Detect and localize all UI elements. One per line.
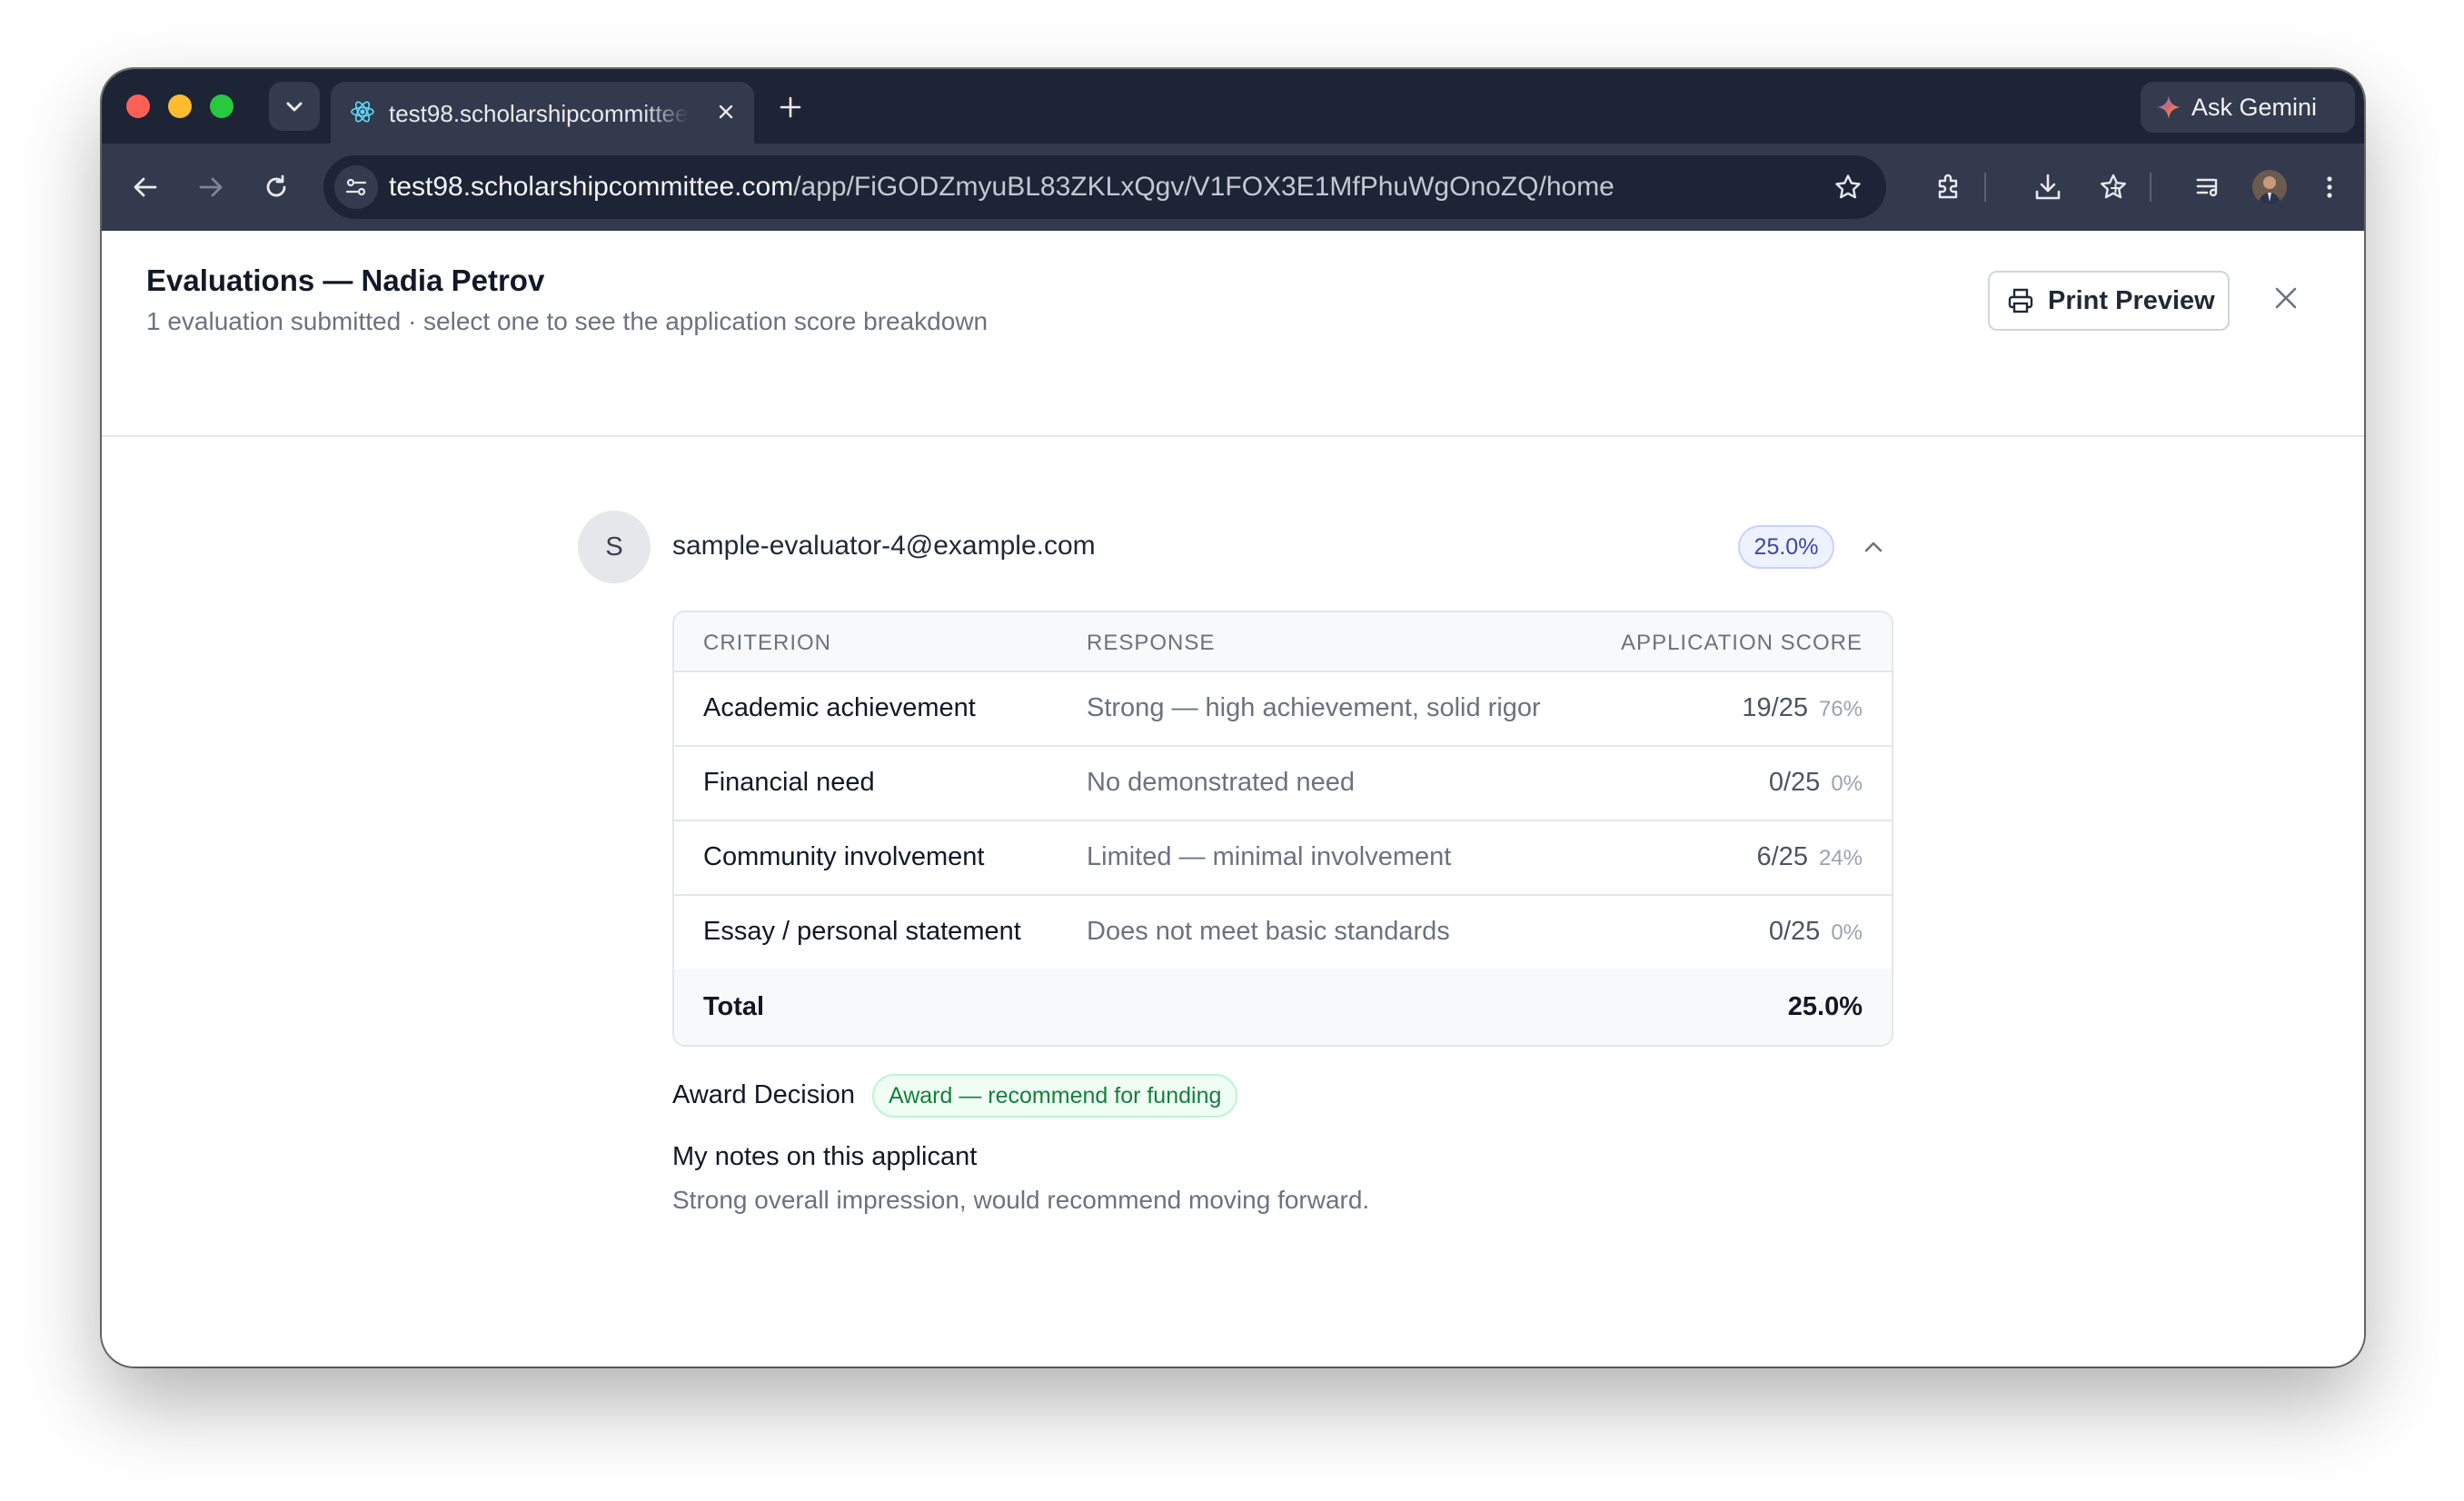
browser-toolbar: test98.scholarshipcommittee.com/app/FiGO… — [102, 144, 2364, 231]
score-cell: 0/25 0% — [1769, 917, 1863, 947]
tab-title: test98.scholarshipcommittee.com — [389, 100, 689, 127]
table-row: Essay / personal statement Does not meet… — [674, 896, 1892, 970]
response-cell: Strong — high achievement, solid rigor — [1087, 693, 1541, 722]
tab-strip: test98.scholarshipcommittee.com Ask Gemi… — [102, 69, 2364, 144]
download-icon[interactable] — [2026, 165, 2070, 209]
score-cell: 19/25 76% — [1742, 693, 1863, 723]
extensions-puzzle-icon[interactable] — [1928, 165, 1972, 209]
criterion-cell: Academic achievement — [703, 693, 976, 722]
total-label: Total — [703, 992, 765, 1021]
page-title: Evaluations — Nadia Petrov — [146, 263, 545, 297]
criterion-cell: Essay / personal statement — [703, 917, 1021, 946]
score-percent: 0% — [1831, 771, 1863, 796]
criterion-cell: Community involvement — [703, 842, 985, 871]
table-row: Academic achievement Strong — high achie… — [674, 672, 1892, 747]
new-tab-plus-icon[interactable] — [772, 89, 809, 125]
criterion-cell: Financial need — [703, 768, 875, 797]
react-favicon-icon — [351, 101, 374, 123]
back-arrow-icon[interactable] — [125, 167, 165, 207]
page-subtitle: 1 evaluation submitted · select one to s… — [146, 307, 989, 335]
printer-icon — [2008, 288, 2033, 313]
toolbar-divider — [2150, 173, 2151, 202]
browser-tab[interactable]: test98.scholarshipcommittee.com — [331, 82, 754, 144]
score-percent: 24% — [1818, 846, 1863, 870]
site-settings-icon[interactable] — [334, 165, 378, 209]
score-cell: 0/25 0% — [1769, 768, 1863, 798]
chevron-down-icon — [286, 102, 303, 112]
award-decision-badge: Award — recommend for funding — [872, 1074, 1238, 1118]
table-row: Community involvement Limited — minimal … — [674, 821, 1892, 896]
evaluator-email[interactable]: sample-evaluator-4@example.com — [672, 531, 1096, 562]
score-value: 19/25 — [1742, 693, 1808, 722]
page-content: Evaluations — Nadia Petrov 1 evaluation … — [102, 231, 2364, 1367]
score-cell: 6/25 24% — [1757, 842, 1863, 872]
reading-list-icon[interactable] — [2188, 165, 2231, 209]
ask-gemini-label: Ask Gemini — [2191, 93, 2318, 121]
score-percent: 0% — [1831, 920, 1863, 945]
minimize-window-button[interactable] — [168, 94, 192, 118]
award-decision-label: Award Decision — [672, 1080, 855, 1109]
browser-window: test98.scholarshipcommittee.com Ask Gemi… — [102, 69, 2364, 1367]
print-preview-label: Print Preview — [2048, 285, 2215, 315]
score-value: 0/25 — [1768, 768, 1821, 797]
notes-text: Strong overall impression, would recomme… — [672, 1186, 1370, 1214]
response-cell: No demonstrated need — [1087, 768, 1356, 797]
total-value: 25.0% — [1787, 992, 1863, 1021]
bookmark-star-icon[interactable] — [1830, 169, 1866, 205]
url-path: /app/FiGODZmyuBL83ZKLxQgv/V1FOX3E1MfPhuW… — [793, 172, 1615, 202]
evaluator-avatar: S — [578, 511, 651, 583]
score-percent: 76% — [1818, 697, 1863, 721]
close-icon[interactable] — [2264, 276, 2308, 320]
toolbar-divider — [1984, 173, 1986, 202]
tab-search-button[interactable] — [269, 82, 320, 131]
address-bar[interactable]: test98.scholarshipcommittee.com/app/FiGO… — [323, 155, 1886, 219]
total-row: Total 25.0% — [674, 969, 1892, 1045]
column-header-response: RESPONSE — [1087, 631, 1216, 655]
table-row: Financial need No demonstrated need 0/25… — [674, 747, 1892, 821]
url-text: test98.scholarshipcommittee.com/app/FiGO… — [389, 170, 1615, 204]
print-preview-button[interactable]: Print Preview — [1988, 271, 2230, 331]
maximize-window-button[interactable] — [210, 94, 233, 118]
score-value: 6/25 — [1756, 842, 1808, 871]
table-header: CRITERION RESPONSE APPLICATION SCORE — [674, 612, 1892, 672]
url-host: test98.scholarshipcommittee.com — [389, 172, 794, 202]
profile-avatar[interactable] — [2248, 165, 2291, 209]
forward-arrow-icon[interactable] — [191, 167, 231, 207]
bookmarks-star-icon[interactable] — [2091, 165, 2135, 209]
close-window-button[interactable] — [126, 94, 150, 118]
evaluations-header: Evaluations — Nadia Petrov 1 evaluation … — [102, 231, 2364, 437]
tab-close-icon[interactable] — [710, 96, 741, 127]
ask-gemini-button[interactable]: Ask Gemini — [2141, 82, 2355, 133]
gemini-sparkle-icon — [2157, 95, 2181, 119]
score-breakdown-table: CRITERION RESPONSE APPLICATION SCORE Aca… — [672, 611, 1893, 1047]
score-value: 0/25 — [1768, 917, 1821, 946]
overall-score-badge: 25.0% — [1738, 525, 1834, 569]
column-header-criterion: CRITERION — [703, 631, 831, 655]
reload-icon[interactable] — [256, 167, 296, 207]
more-menu-icon[interactable] — [2308, 165, 2351, 209]
profile-picture-icon — [2252, 170, 2287, 204]
response-cell: Limited — minimal involvement — [1087, 842, 1452, 871]
response-cell: Does not meet basic standards — [1087, 917, 1450, 946]
column-header-application-score: APPLICATION SCORE — [1621, 631, 1863, 655]
chevron-up-icon[interactable] — [1855, 529, 1892, 565]
notes-heading: My notes on this applicant — [672, 1142, 978, 1171]
